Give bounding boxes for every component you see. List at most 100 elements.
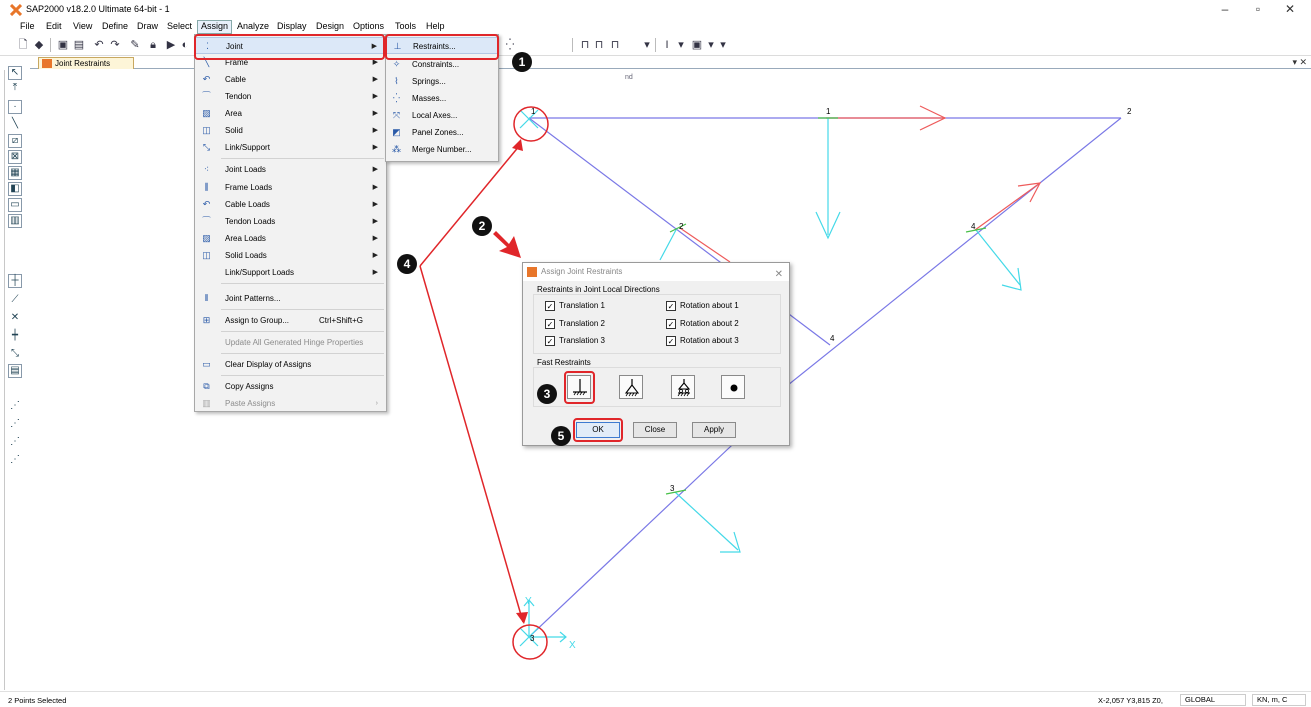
check-rotation-about-3[interactable]: ✓ Rotation about 3 (666, 335, 739, 347)
menu-view[interactable]: View (70, 21, 95, 31)
draw-cable-icon[interactable]: ⤡ (8, 348, 22, 362)
redo-icon[interactable]: ↷ (108, 38, 122, 52)
pointer-icon[interactable]: ↖ (8, 66, 22, 80)
draw-quad-icon[interactable]: ▥ (8, 214, 22, 228)
section-i-icon[interactable]: I (660, 38, 674, 52)
run-analysis-icon[interactable]: ▶ (164, 38, 178, 52)
section-box-icon[interactable]: ▣ (690, 38, 704, 52)
snap-point-icon[interactable]: ⋰ (8, 400, 22, 414)
lock-icon[interactable]: 🔒︎ (146, 38, 160, 52)
draw-grid-icon[interactable]: ▦ (8, 166, 22, 180)
edit-pencil-icon[interactable]: ✎ (128, 38, 142, 52)
tab-joint-restraints[interactable]: Joint Restraints (38, 57, 134, 69)
dropdown-icon[interactable]: ▾ (640, 38, 654, 52)
check-translation-3[interactable]: ✓ Translation 3 (545, 335, 605, 347)
nd-label[interactable]: nd (625, 74, 633, 81)
draw-cross-icon[interactable]: ⊠ (8, 150, 22, 164)
menu-display[interactable]: Display (274, 21, 310, 31)
menu-analyze[interactable]: Analyze (234, 21, 272, 31)
ok-button[interactable]: OK (576, 422, 620, 438)
draw-brace-icon[interactable]: ⧄ (8, 134, 22, 148)
draw-tendon-icon[interactable]: ┿ (8, 330, 22, 344)
submenu-item-masses[interactable]: ⁛ Masses... (386, 90, 498, 107)
close-button[interactable]: ✕ (1275, 2, 1305, 18)
undo-icon[interactable]: ↶ (92, 38, 106, 52)
menu-item-frame-loads[interactable]: ⫼ Frame Loads ▶ (195, 179, 386, 196)
draw-joint-icon[interactable]: · (8, 100, 22, 114)
frame-shape2-icon[interactable]: ⊓ (592, 38, 606, 52)
draw-area-icon[interactable]: ◧ (8, 182, 22, 196)
print-icon[interactable]: ▤ (72, 38, 86, 52)
draw-special-joint-icon[interactable]: ┼ (8, 274, 22, 288)
menu-help[interactable]: Help (423, 21, 448, 31)
menu-assign[interactable]: Assign (197, 20, 233, 34)
menu-item-joint-patterns[interactable]: ⫴ Joint Patterns... (195, 290, 386, 307)
maximize-button[interactable]: ▫ (1243, 2, 1273, 18)
snap-middle-icon[interactable]: ⋰ (8, 436, 22, 450)
frame-shape-icon[interactable]: ⊓ (578, 38, 592, 52)
free-joint-button[interactable] (721, 375, 745, 399)
draw-wall-icon[interactable]: ▤ (8, 364, 22, 378)
open-icon[interactable]: ◆ (32, 38, 46, 52)
menu-item-joint[interactable]: ⁚ Joint ▶ (195, 37, 386, 54)
apply-button[interactable]: Apply (692, 422, 736, 438)
new-model-icon[interactable]: 🗋 (16, 38, 30, 52)
frame-shape3-icon[interactable]: ⊓ (608, 38, 622, 52)
menu-edit[interactable]: Edit (43, 21, 65, 31)
dropdown-icon[interactable]: ▾ (674, 38, 688, 52)
menu-item-link-support-loads[interactable]: Link/Support Loads ▶ (195, 264, 386, 281)
menu-item-solid[interactable]: ◫ Solid ▶ (195, 122, 386, 139)
dialog-close-icon[interactable]: ✕ (775, 266, 783, 284)
tab-controls[interactable]: ▾ ✕ (1292, 57, 1307, 68)
menu-file[interactable]: File (17, 21, 38, 31)
draw-rect-area-icon[interactable]: ▭ (8, 198, 22, 212)
menu-item-area[interactable]: ▨ Area ▶ (195, 105, 386, 122)
check-translation-1[interactable]: ✓ Translation 1 (545, 300, 605, 312)
menu-item-assign-to-group[interactable]: ⊞ Assign to Group... Ctrl+Shift+G (195, 312, 386, 329)
snap-line-icon[interactable]: ⋰ (8, 454, 22, 468)
check-rotation-about-2[interactable]: ✓ Rotation about 2 (666, 318, 739, 330)
menu-item-tendon-loads[interactable]: ⁀ Tendon Loads ▶ (195, 213, 386, 230)
submenu-item-restraints[interactable]: ⊥ Restraints... (386, 37, 498, 54)
menu-options[interactable]: Options (350, 21, 387, 31)
menu-select[interactable]: Select (164, 21, 195, 31)
menu-item-solid-loads[interactable]: ◫ Solid Loads ▶ (195, 247, 386, 264)
save-icon[interactable]: ▣ (56, 38, 70, 52)
menu-design[interactable]: Design (313, 21, 347, 31)
menu-item-cable[interactable]: ↶ Cable ▶ (195, 71, 386, 88)
menu-item-update-hinge-properties[interactable]: Update All Generated Hinge Properties (195, 334, 386, 351)
menu-item-paste-assigns[interactable]: ▥ Paste Assigns › (195, 395, 386, 412)
dropdown-icon[interactable]: ▾ (716, 38, 730, 52)
run-options-icon[interactable]: ◐ (178, 38, 192, 52)
menu-tools[interactable]: Tools (392, 21, 419, 31)
view-options-icon[interactable]: ⁛ (503, 38, 517, 52)
pinned-support-button[interactable] (619, 375, 643, 399)
menu-define[interactable]: Define (99, 21, 131, 31)
submenu-item-springs[interactable]: ⌇ Springs... (386, 73, 498, 90)
units-select[interactable]: KN, m, C (1252, 694, 1306, 706)
coord-system-select[interactable]: GLOBAL (1180, 694, 1246, 706)
draw-link-icon[interactable]: ⟋ (8, 294, 22, 308)
submenu-item-merge-number[interactable]: ⁂ Merge Number... (386, 141, 498, 158)
menu-item-frame[interactable]: ╲ Frame ▶ (195, 54, 386, 71)
menu-item-clear-display[interactable]: ▭ Clear Display of Assigns (195, 356, 386, 373)
close-dialog-button[interactable]: Close (633, 422, 677, 438)
menu-item-link-support[interactable]: ⤡ Link/Support ▶ (195, 139, 386, 156)
draw-frame-icon[interactable]: ╲ (8, 118, 22, 132)
submenu-item-constraints[interactable]: ✧ Constraints... (386, 56, 498, 73)
minimize-button[interactable]: – (1210, 2, 1240, 18)
draw-cross-brace-icon[interactable]: ✕ (8, 312, 22, 326)
menu-item-copy-assigns[interactable]: ⧉ Copy Assigns (195, 378, 386, 395)
check-rotation-about-1[interactable]: ✓ Rotation about 1 (666, 300, 739, 312)
menu-item-joint-loads[interactable]: ⁖ Joint Loads ▶ (195, 161, 386, 178)
roller-support-button[interactable] (671, 375, 695, 399)
submenu-item-panel-zones[interactable]: ◩ Panel Zones... (386, 124, 498, 141)
reshape-icon[interactable]: ⤒ (8, 82, 22, 96)
snap-end-icon[interactable]: ⋰ (8, 418, 22, 432)
check-translation-2[interactable]: ✓ Translation 2 (545, 318, 605, 330)
menu-item-tendon[interactable]: ⁀ Tendon ▶ (195, 88, 386, 105)
fixed-support-button[interactable] (567, 375, 591, 399)
menu-item-cable-loads[interactable]: ↶ Cable Loads ▶ (195, 196, 386, 213)
submenu-item-local-axes[interactable]: ⤧ Local Axes... (386, 107, 498, 124)
menu-item-area-loads[interactable]: ▨ Area Loads ▶ (195, 230, 386, 247)
